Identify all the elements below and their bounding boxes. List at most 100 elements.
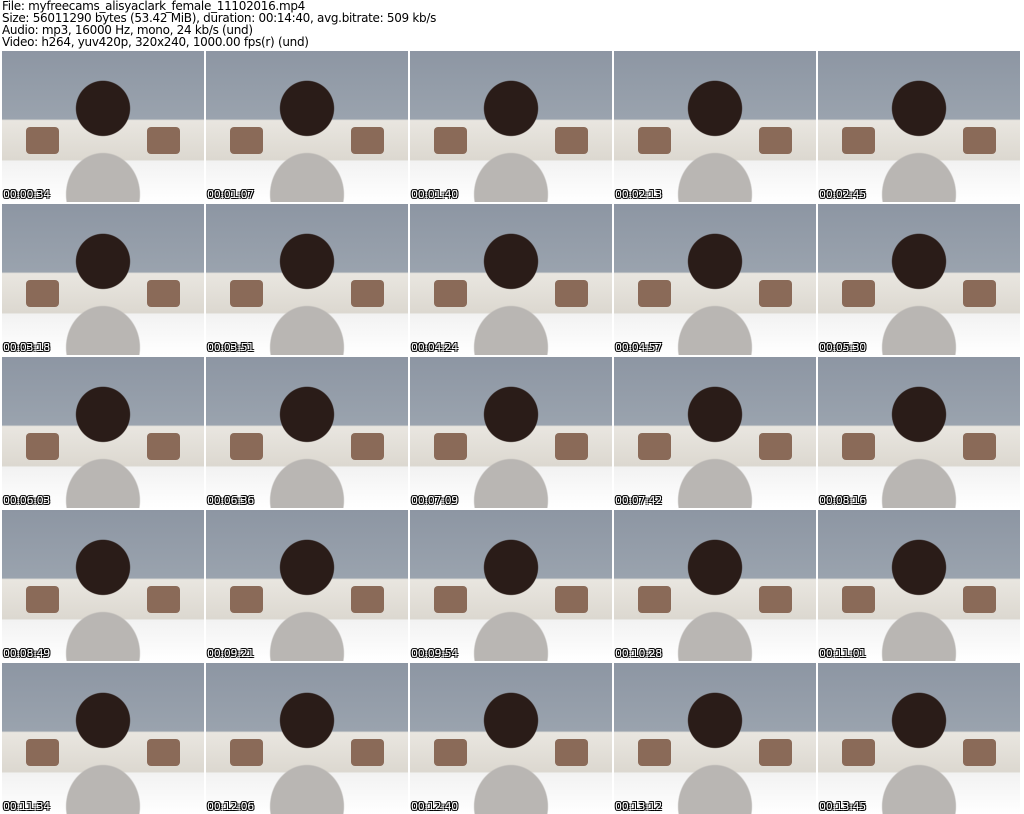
frame-timestamp: 00:09:21 <box>207 647 255 660</box>
video-frame-thumbnail: 00:07:09 <box>410 357 612 508</box>
frame-image-detail <box>842 126 875 154</box>
frame-image-detail <box>434 126 467 154</box>
frame-image-detail <box>638 432 671 460</box>
frame-timestamp: 00:10:28 <box>615 647 663 660</box>
frame-image-detail <box>963 432 996 460</box>
frame-image-detail <box>963 126 996 154</box>
frame-image-detail <box>351 279 384 307</box>
frame-timestamp: 00:06:03 <box>3 494 51 507</box>
frame-image-detail <box>963 279 996 307</box>
frame-timestamp: 00:05:30 <box>819 341 867 354</box>
video-frame-thumbnail: 00:13:45 <box>818 663 1020 814</box>
frame-image-detail <box>147 738 180 766</box>
frame-image-detail <box>555 738 588 766</box>
frame-image-detail <box>230 738 263 766</box>
frame-image-detail <box>434 432 467 460</box>
frame-image-detail <box>351 126 384 154</box>
video-frame-thumbnail: 00:08:16 <box>818 357 1020 508</box>
video-frame-thumbnail: 00:07:42 <box>614 357 816 508</box>
frame-timestamp: 00:07:42 <box>615 494 663 507</box>
frame-image-detail <box>230 279 263 307</box>
frame-timestamp: 00:08:49 <box>3 647 51 660</box>
video-frame-thumbnail: 00:00:34 <box>2 51 204 202</box>
frame-timestamp: 00:04:24 <box>411 341 459 354</box>
frame-image-detail <box>638 126 671 154</box>
frame-image-detail <box>963 738 996 766</box>
frame-image-detail <box>147 432 180 460</box>
video-frame-thumbnail: 00:03:18 <box>2 204 204 355</box>
frame-image-detail <box>759 432 792 460</box>
frame-image-detail <box>638 279 671 307</box>
frame-image-detail <box>230 432 263 460</box>
frame-image-detail <box>230 585 263 613</box>
frame-image-detail <box>434 585 467 613</box>
video-frame-thumbnail: 00:10:28 <box>614 510 816 661</box>
video-frame-thumbnail: 00:06:03 <box>2 357 204 508</box>
video-frame-thumbnail: 00:11:34 <box>2 663 204 814</box>
video-frame-thumbnail: 00:12:06 <box>206 663 408 814</box>
video-frame-thumbnail: 00:11:01 <box>818 510 1020 661</box>
frame-image-detail <box>26 126 59 154</box>
video-info-line: Video: h264, yuv420p, 320x240, 1000.00 f… <box>2 35 309 49</box>
frame-image-detail <box>759 126 792 154</box>
frame-timestamp: 00:13:45 <box>819 800 867 813</box>
frame-timestamp: 00:01:40 <box>411 188 459 201</box>
frame-image-detail <box>842 738 875 766</box>
frame-timestamp: 00:02:13 <box>615 188 663 201</box>
frame-timestamp: 00:00:34 <box>3 188 51 201</box>
frame-image-detail <box>555 279 588 307</box>
video-frame-thumbnail: 00:04:57 <box>614 204 816 355</box>
frame-timestamp: 00:12:06 <box>207 800 255 813</box>
frame-timestamp: 00:04:57 <box>615 341 663 354</box>
frame-timestamp: 00:01:07 <box>207 188 255 201</box>
frame-image-detail <box>147 279 180 307</box>
frame-timestamp: 00:11:34 <box>3 800 51 813</box>
frame-timestamp: 00:06:36 <box>207 494 255 507</box>
frame-image-detail <box>759 738 792 766</box>
frame-timestamp: 00:13:12 <box>615 800 663 813</box>
frame-image-detail <box>638 585 671 613</box>
frame-image-detail <box>230 126 263 154</box>
thumbnail-grid: 00:00:34 00:01:07 00:01:40 00:02:13 00:02:45… <box>2 51 1020 814</box>
video-frame-thumbnail: 00:02:45 <box>818 51 1020 202</box>
frame-image-detail <box>842 585 875 613</box>
frame-image-detail <box>147 126 180 154</box>
frame-image-detail <box>963 585 996 613</box>
video-frame-thumbnail: 00:13:12 <box>614 663 816 814</box>
frame-image-detail <box>842 279 875 307</box>
frame-timestamp: 00:02:45 <box>819 188 867 201</box>
frame-timestamp: 00:07:09 <box>411 494 459 507</box>
frame-image-detail <box>555 126 588 154</box>
frame-timestamp: 00:08:16 <box>819 494 867 507</box>
video-frame-thumbnail: 00:09:21 <box>206 510 408 661</box>
frame-image-detail <box>759 585 792 613</box>
video-frame-thumbnail: 00:09:54 <box>410 510 612 661</box>
file-info-header: File: myfreecams_alisyaclark_female_1110… <box>2 0 436 48</box>
frame-timestamp: 00:03:51 <box>207 341 255 354</box>
video-frame-thumbnail: 00:01:07 <box>206 51 408 202</box>
frame-image-detail <box>26 432 59 460</box>
video-frame-thumbnail: 00:04:24 <box>410 204 612 355</box>
frame-timestamp: 00:12:40 <box>411 800 459 813</box>
frame-timestamp: 00:11:01 <box>819 647 867 660</box>
video-frame-thumbnail: 00:12:40 <box>410 663 612 814</box>
video-frame-thumbnail: 00:05:30 <box>818 204 1020 355</box>
video-frame-thumbnail: 00:06:36 <box>206 357 408 508</box>
video-frame-thumbnail: 00:02:13 <box>614 51 816 202</box>
frame-image-detail <box>26 738 59 766</box>
frame-image-detail <box>638 738 671 766</box>
frame-image-detail <box>434 738 467 766</box>
frame-image-detail <box>555 585 588 613</box>
frame-image-detail <box>351 432 384 460</box>
frame-image-detail <box>26 585 59 613</box>
frame-image-detail <box>842 432 875 460</box>
frame-timestamp: 00:09:54 <box>411 647 459 660</box>
frame-image-detail <box>147 585 180 613</box>
frame-image-detail <box>759 279 792 307</box>
video-frame-thumbnail: 00:01:40 <box>410 51 612 202</box>
video-frame-thumbnail: 00:03:51 <box>206 204 408 355</box>
frame-timestamp: 00:03:18 <box>3 341 51 354</box>
frame-image-detail <box>351 585 384 613</box>
frame-image-detail <box>26 279 59 307</box>
frame-image-detail <box>434 279 467 307</box>
